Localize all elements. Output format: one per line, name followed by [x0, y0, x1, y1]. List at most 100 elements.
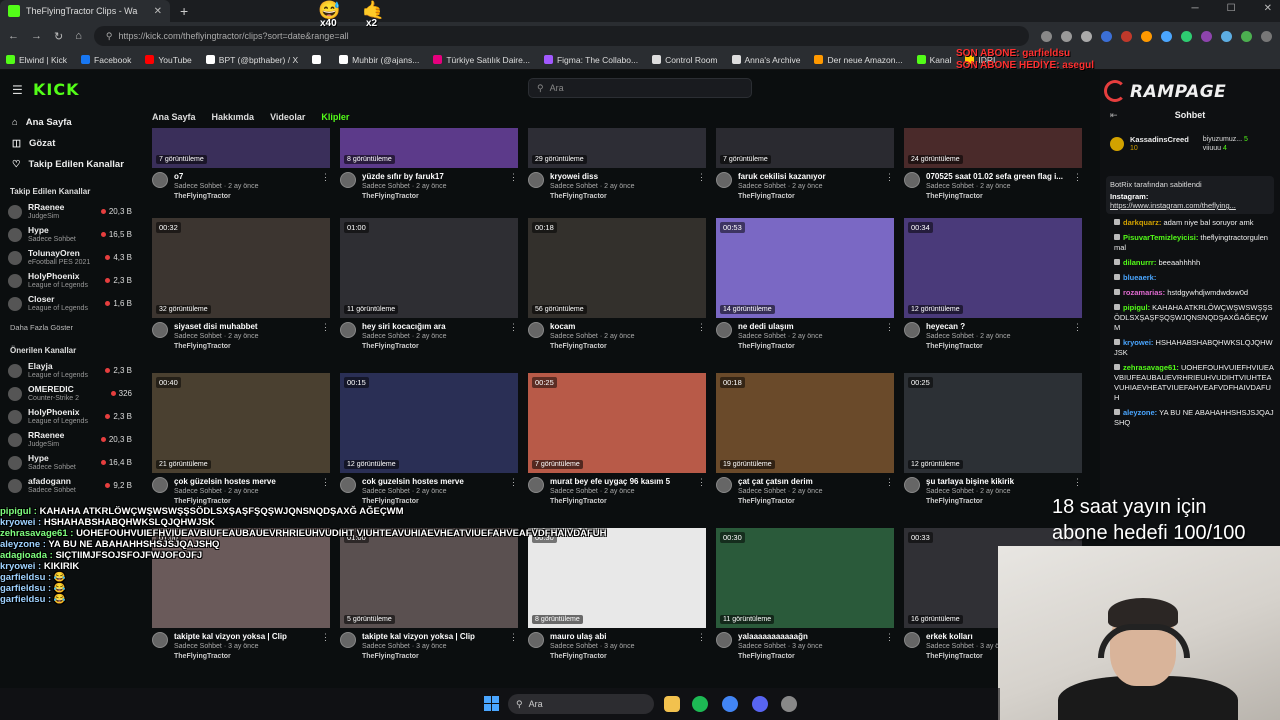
avatar[interactable]: [716, 172, 732, 188]
extension-icon[interactable]: [1161, 30, 1172, 42]
clip-thumbnail[interactable]: 00:30 8 görüntüleme: [528, 528, 706, 628]
clip-title[interactable]: kocam: [550, 322, 691, 332]
clip-channel[interactable]: TheFlyingTractor: [174, 192, 315, 202]
extension-icon[interactable]: [1201, 30, 1212, 42]
sidebar-channel[interactable]: OMEREDIC Counter-Strike 2 326: [0, 382, 140, 405]
extension-icon[interactable]: [1181, 30, 1192, 42]
discord-icon[interactable]: [752, 696, 768, 712]
avatar[interactable]: [152, 322, 168, 338]
more-options-icon[interactable]: ⋮: [321, 322, 330, 352]
more-options-icon[interactable]: ⋮: [697, 632, 706, 662]
clip-card[interactable]: 00:34 12 görüntüleme heyecan ? Sadece So…: [904, 218, 1082, 352]
clip-card[interactable]: 00:30 8 görüntüleme mauro ulaş abi Sadec…: [528, 528, 706, 662]
sidebar-channel[interactable]: RRaenee JudgeSim 20,3 B: [0, 428, 140, 451]
top-gifter-name[interactable]: KassadinsCreed: [1130, 135, 1189, 144]
sidebar-link[interactable]: ♡ Takip Edilen Kanallar: [0, 154, 140, 175]
pinned-link[interactable]: https://www.instagram.com/theflying...: [1110, 201, 1270, 210]
clip-title[interactable]: cok guzelsin hostes merve: [362, 477, 503, 487]
clip-channel[interactable]: TheFlyingTractor: [926, 342, 1067, 352]
clip-card[interactable]: 00:18 19 görüntüleme çat çat çatsın deri…: [716, 373, 894, 507]
clip-category[interactable]: Sadece Sohbet: [174, 488, 222, 495]
close-window-icon[interactable]: ✕: [1264, 3, 1272, 14]
bookmark-item[interactable]: Der neue Amazon...: [814, 55, 903, 65]
clip-title[interactable]: siyaset disi muhabbet: [174, 322, 315, 332]
forward-icon[interactable]: →: [31, 30, 42, 42]
avatar[interactable]: [716, 477, 732, 493]
clip-title[interactable]: kryowei diss: [550, 172, 691, 182]
clip-title[interactable]: heyecan ?: [926, 322, 1067, 332]
clip-category[interactable]: Sadece Sohbet: [174, 183, 222, 190]
clip-channel[interactable]: TheFlyingTractor: [738, 342, 879, 352]
chat-username[interactable]: kryowei:: [1123, 338, 1153, 347]
clip-channel[interactable]: TheFlyingTractor: [362, 342, 503, 352]
extension-icon[interactable]: [1141, 30, 1152, 42]
more-options-icon[interactable]: ⋮: [885, 632, 894, 662]
avatar[interactable]: [528, 322, 544, 338]
channel-tab[interactable]: Videolar: [270, 112, 305, 122]
browser-tab[interactable]: TheFlyingTractor Clips - Wa ✕: [0, 0, 170, 22]
more-options-icon[interactable]: ⋮: [509, 632, 518, 662]
spotify-icon[interactable]: [692, 696, 708, 712]
back-icon[interactable]: ←: [8, 30, 19, 42]
chat-username[interactable]: PisuvarTemizleyicisi:: [1123, 233, 1198, 242]
site-info-icon[interactable]: ⚲: [106, 31, 113, 42]
sidebar-channel[interactable]: Elayja League of Legends 2,3 B: [0, 359, 140, 382]
clip-card[interactable]: 00:18 56 görüntüleme kocam Sadece Sohbet…: [528, 218, 706, 352]
clip-thumbnail[interactable]: 00:18 19 görüntüleme: [716, 373, 894, 473]
hamburger-menu-icon[interactable]: ☰: [12, 83, 23, 97]
profile-avatar-icon[interactable]: [1241, 30, 1252, 42]
avatar[interactable]: [904, 322, 920, 338]
clip-category[interactable]: Sadece Sohbet: [926, 643, 974, 650]
chat-username[interactable]: pipigul:: [1123, 303, 1150, 312]
windows-start-icon[interactable]: [484, 696, 500, 712]
clip-category[interactable]: Sadece Sohbet: [550, 333, 598, 340]
zoom-icon[interactable]: [1041, 30, 1052, 42]
clip-category[interactable]: Sadece Sohbet: [362, 333, 410, 340]
avatar[interactable]: [340, 632, 356, 648]
clip-channel[interactable]: TheFlyingTractor: [174, 342, 315, 352]
maximize-icon[interactable]: ☐: [1227, 3, 1236, 14]
avatar[interactable]: [152, 632, 168, 648]
more-options-icon[interactable]: ⋮: [885, 322, 894, 352]
bookmark-item[interactable]: BPT (@bpthaber) / X: [205, 55, 298, 65]
clip-category[interactable]: Sadece Sohbet: [738, 488, 786, 495]
channel-tab[interactable]: Klipler: [321, 112, 349, 122]
clip-channel[interactable]: TheFlyingTractor: [926, 192, 1067, 202]
sidebar-channel[interactable]: Closer League of Legends 1,6 B: [0, 292, 140, 315]
avatar[interactable]: [904, 477, 920, 493]
clip-channel[interactable]: TheFlyingTractor: [550, 497, 691, 507]
extension-icon[interactable]: [1101, 30, 1112, 42]
sidebar-channel[interactable]: HolyPhoenix League of Legends 2,3 B: [0, 405, 140, 428]
browser-menu-icon[interactable]: [1261, 30, 1272, 42]
gifter-3-name[interactable]: viiuuu: [1203, 145, 1221, 152]
clip-thumbnail[interactable]: 7 görüntüleme: [716, 128, 894, 168]
clip-channel[interactable]: TheFlyingTractor: [362, 192, 503, 202]
more-options-icon[interactable]: ⋮: [509, 172, 518, 202]
clip-thumbnail[interactable]: 00:25 7 görüntüleme: [528, 373, 706, 473]
clip-card[interactable]: 7 görüntüleme o7 Sadece Sohbet · 2 ay ön…: [152, 128, 330, 202]
chat-username[interactable]: dilanurrr:: [1123, 258, 1156, 267]
more-options-icon[interactable]: ⋮: [1073, 322, 1082, 352]
avatar[interactable]: [340, 172, 356, 188]
more-options-icon[interactable]: ⋮: [885, 477, 894, 507]
avatar[interactable]: [904, 172, 920, 188]
reload-icon[interactable]: ↻: [54, 30, 63, 43]
clip-title[interactable]: ne dedi ulaşım: [738, 322, 879, 332]
clip-card[interactable]: 8 görüntüleme yüzde sıfır by faruk17 Sad…: [340, 128, 518, 202]
clip-thumbnail[interactable]: 00:15 12 görüntüleme: [340, 373, 518, 473]
clip-title[interactable]: mauro ulaş abi: [550, 632, 691, 642]
clip-title[interactable]: şu tarlaya bişine kikirik: [926, 477, 1067, 487]
new-tab-icon[interactable]: +: [180, 3, 188, 19]
sidebar-channel[interactable]: Hype Sadece Sohbet 16,5 B: [0, 223, 140, 246]
avatar[interactable]: [340, 322, 356, 338]
clip-thumbnail[interactable]: 00:53 14 görüntüleme: [716, 218, 894, 318]
clip-thumbnail[interactable]: 7 görüntüleme: [152, 128, 330, 168]
clip-card[interactable]: 00:15 12 görüntüleme cok guzelsin hostes…: [340, 373, 518, 507]
channel-tab[interactable]: Ana Sayfa: [152, 112, 196, 122]
avatar[interactable]: [152, 172, 168, 188]
avatar[interactable]: [340, 477, 356, 493]
more-options-icon[interactable]: ⋮: [697, 477, 706, 507]
sidebar-channel[interactable]: TolunayOren eFootball PES 2021 4,3 B: [0, 246, 140, 269]
clip-title[interactable]: faruk cekilisi kazanıyor: [738, 172, 879, 182]
clip-title[interactable]: çat çat çatsın derim: [738, 477, 879, 487]
